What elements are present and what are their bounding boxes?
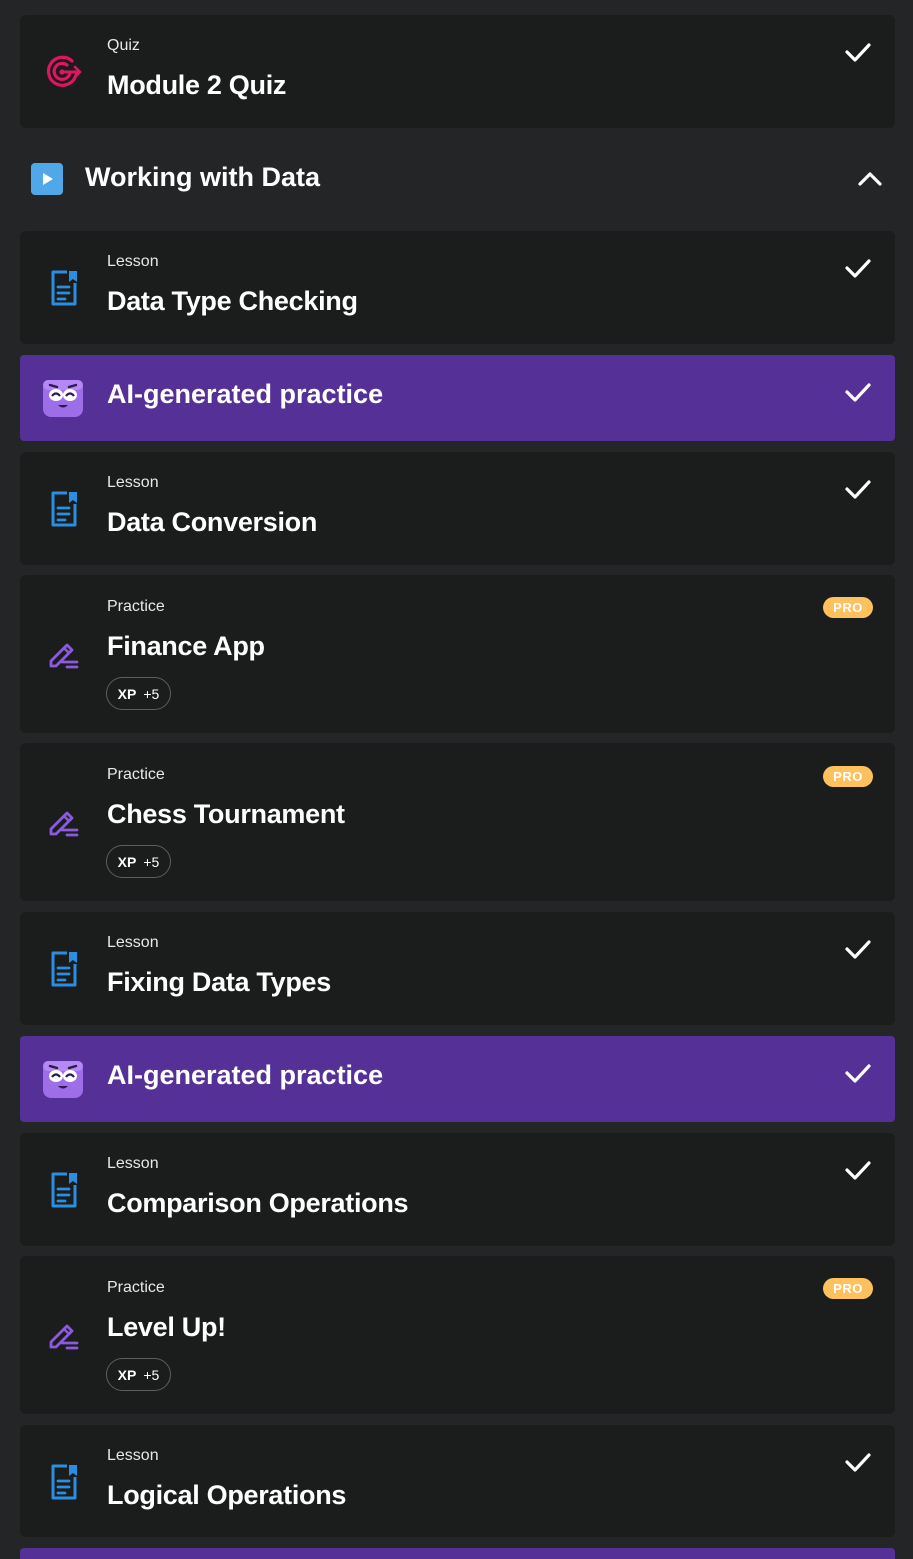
xp-label: XP — [117, 853, 137, 870]
lesson-card[interactable]: Lesson Comparison Operations — [20, 1133, 895, 1246]
item-title: Module 2 Quiz — [107, 70, 287, 100]
section-header[interactable]: Working with Data — [20, 150, 895, 210]
xp-label: XP — [117, 1366, 137, 1383]
pencil-edit-icon — [44, 802, 84, 842]
item-title: Fixing Data Types — [107, 967, 331, 997]
section-title: Working with Data — [85, 162, 321, 192]
practice-card[interactable]: Practice Finance App XP +5 PRO — [20, 575, 895, 733]
xp-value: +5 — [143, 1366, 160, 1383]
check-icon — [845, 43, 871, 62]
xp-badge: XP +5 — [106, 1358, 171, 1391]
check-icon — [845, 1453, 871, 1472]
item-kind: Lesson — [107, 1447, 159, 1464]
check-icon — [845, 1161, 871, 1180]
item-kind: Lesson — [107, 474, 159, 491]
xp-value: +5 — [143, 685, 160, 702]
target-icon — [44, 52, 84, 92]
check-icon — [845, 259, 871, 278]
pro-badge: PRO — [823, 1278, 873, 1299]
item-title: Level Up! — [107, 1312, 226, 1342]
item-kind: Lesson — [107, 253, 159, 270]
pencil-edit-icon — [44, 1315, 84, 1355]
xp-label: XP — [117, 685, 137, 702]
lesson-card[interactable]: Lesson Data Conversion — [20, 452, 895, 565]
check-icon — [845, 1064, 871, 1083]
robot-mascot-icon — [43, 380, 83, 417]
pro-badge: PRO — [823, 597, 873, 618]
ai-practice-title: AI-generated practice — [107, 1060, 384, 1090]
item-title: Finance App — [107, 631, 265, 661]
document-bookmark-icon — [44, 268, 84, 308]
ai-practice-title: AI-generated practice — [107, 379, 384, 409]
check-icon — [845, 480, 871, 499]
document-bookmark-icon — [44, 1462, 84, 1502]
xp-badge: XP +5 — [106, 677, 171, 710]
xp-value: +5 — [143, 853, 160, 870]
item-title: Logical Operations — [107, 1480, 347, 1510]
item-kind: Practice — [107, 766, 165, 783]
item-kind: Lesson — [107, 1155, 159, 1172]
ai-practice-card[interactable]: AI-generated practice — [20, 355, 895, 441]
item-kind: Practice — [107, 598, 165, 615]
lesson-card[interactable]: Lesson Logical Operations — [20, 1425, 895, 1537]
document-bookmark-icon — [44, 949, 84, 989]
quiz-card[interactable]: Quiz Module 2 Quiz — [20, 15, 895, 128]
check-icon — [845, 940, 871, 959]
lesson-card[interactable]: Lesson Data Type Checking — [20, 231, 895, 344]
ai-practice-card-partial[interactable] — [20, 1548, 895, 1559]
ai-practice-card[interactable]: AI-generated practice — [20, 1036, 895, 1122]
pro-badge: PRO — [823, 766, 873, 787]
item-kind: Lesson — [107, 934, 159, 951]
document-bookmark-icon — [44, 489, 84, 529]
check-icon — [845, 383, 871, 402]
item-title: Data Type Checking — [107, 286, 358, 316]
chevron-up-icon[interactable] — [855, 164, 885, 194]
document-bookmark-icon — [44, 1170, 84, 1210]
xp-badge: XP +5 — [106, 845, 171, 878]
lesson-card[interactable]: Lesson Fixing Data Types — [20, 912, 895, 1025]
item-title: Data Conversion — [107, 507, 318, 537]
pencil-edit-icon — [44, 634, 84, 674]
practice-card[interactable]: Practice Level Up! XP +5 PRO — [20, 1256, 895, 1414]
robot-mascot-icon — [43, 1061, 83, 1098]
item-kind: Quiz — [107, 37, 140, 54]
practice-card[interactable]: Practice Chess Tournament XP +5 PRO — [20, 743, 895, 901]
item-title: Comparison Operations — [107, 1188, 409, 1218]
item-kind: Practice — [107, 1279, 165, 1296]
play-icon — [31, 163, 63, 195]
course-module-list: Quiz Module 2 Quiz Working with Data Les… — [0, 0, 913, 1559]
item-title: Chess Tournament — [107, 799, 345, 829]
